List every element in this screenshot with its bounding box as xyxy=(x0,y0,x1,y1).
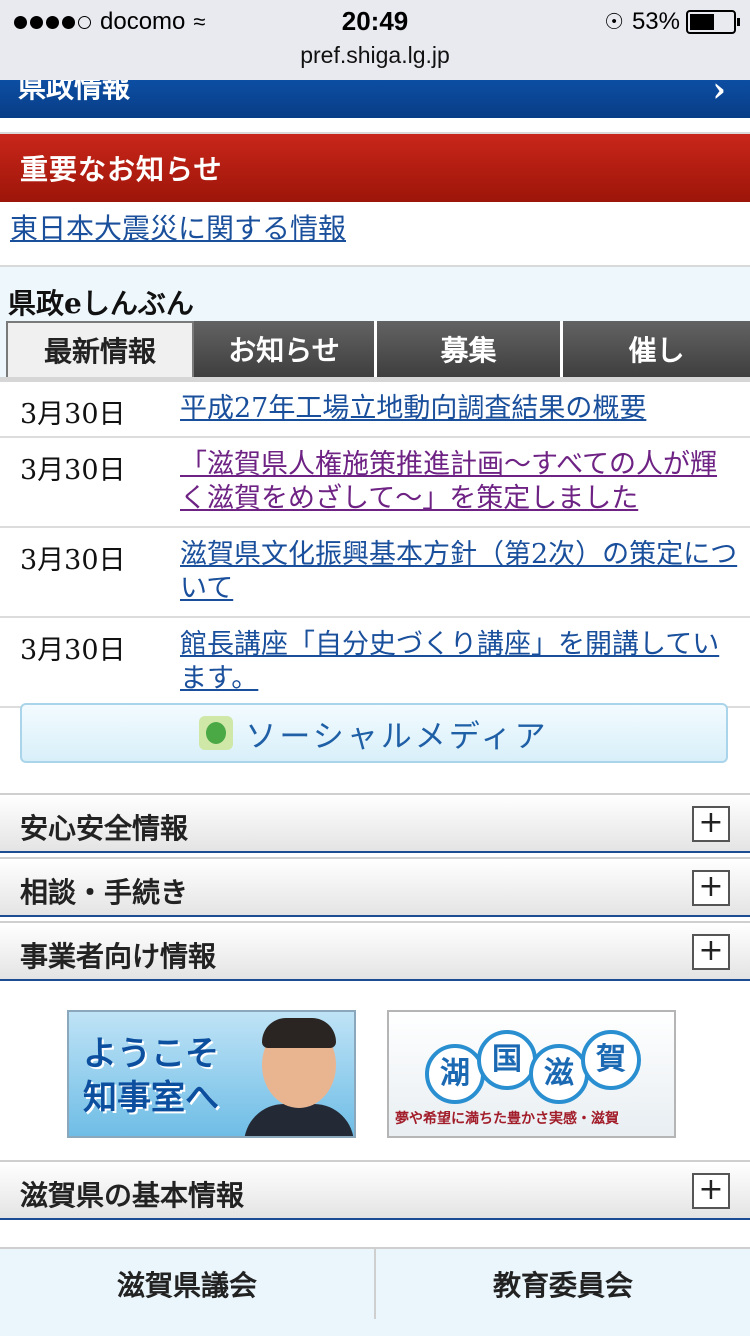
bottom-link-grid: 滋賀県議会 教育委員会 xyxy=(0,1247,750,1336)
governor-banner-line2: 知事室へ xyxy=(83,1078,219,1118)
accordion-consultation[interactable]: 相談・手続き + xyxy=(0,857,750,917)
news-list: 3月30日 平成27年工場立地動向調査結果の概要 3月30日 「滋賀県人権施策推… xyxy=(0,382,750,708)
accordion-label: 事業者向け情報 xyxy=(20,940,217,973)
list-item: 3月30日 「滋賀県人権施策推進計画～すべての人が輝く滋賀をめざして～」を策定し… xyxy=(0,438,750,528)
tab-recruitment[interactable]: 募集 xyxy=(377,321,563,377)
prefecture-info-nav[interactable]: 県政情報 › xyxy=(0,80,750,118)
news-date: 3月30日 xyxy=(20,545,126,576)
logo-char: 国 xyxy=(477,1030,537,1090)
news-link[interactable]: 滋賀県文化振興基本方針（第2次）の策定について xyxy=(180,528,740,616)
governor-photo-hair xyxy=(262,1018,336,1048)
social-media-label: ソーシャルメディア xyxy=(245,718,549,755)
plus-icon[interactable]: + xyxy=(692,934,730,970)
news-link[interactable]: 平成27年工場立地動向調査結果の概要 xyxy=(180,382,740,436)
list-item: 3月30日 滋賀県文化振興基本方針（第2次）の策定について xyxy=(0,528,750,618)
governor-office-banner[interactable]: ようこそ 知事室へ xyxy=(67,1010,356,1138)
accordion-basic-info[interactable]: 滋賀県の基本情報 + xyxy=(0,1160,750,1220)
address-bar[interactable]: pref.shiga.lg.jp xyxy=(0,42,750,69)
prefectural-assembly-link[interactable]: 滋賀県議会 xyxy=(0,1249,376,1319)
logo-char: 賀 xyxy=(581,1030,641,1090)
governor-photo-suit xyxy=(244,1104,354,1136)
status-right: ☉ 53% xyxy=(604,8,740,36)
news-link[interactable]: 「滋賀県人権施策推進計画～すべての人が輝く滋賀をめざして～」を策定しました xyxy=(180,438,740,526)
list-item: 3月30日 平成27年工場立地動向調査結果の概要 xyxy=(0,382,750,438)
social-media-button[interactable]: ソーシャルメディア xyxy=(20,703,728,763)
accordion-label: 相談・手続き xyxy=(20,876,189,909)
news-date: 3月30日 xyxy=(20,399,126,430)
accordion-label: 滋賀県の基本情報 xyxy=(20,1179,245,1212)
accordion-business[interactable]: 事業者向け情報 + xyxy=(0,921,750,981)
plus-icon[interactable]: + xyxy=(692,870,730,906)
board-of-education-link[interactable]: 教育委員会 xyxy=(376,1249,750,1319)
governor-banner-line1: ようこそ xyxy=(83,1034,219,1074)
rotation-lock-icon: ☉ xyxy=(604,9,624,34)
chevron-right-icon: › xyxy=(712,80,726,110)
governor-banner-text: ようこそ 知事室へ xyxy=(83,1032,219,1120)
nav-label: 県政情報 xyxy=(18,80,131,104)
battery-fill xyxy=(690,14,715,30)
news-date: 3月30日 xyxy=(20,455,126,486)
battery-icon xyxy=(686,10,740,34)
status-bar: docomo ≈ 20:49 ☉ 53% pref.shiga.lg.jp xyxy=(0,0,750,80)
tab-notices[interactable]: お知らせ xyxy=(194,321,377,377)
tab-latest[interactable]: 最新情報 xyxy=(6,321,194,377)
plus-icon[interactable]: + xyxy=(692,1173,730,1209)
accordion-label: 安心安全情報 xyxy=(20,812,189,845)
news-tabs: 最新情報 お知らせ 募集 催し xyxy=(6,321,750,377)
accordion-safety[interactable]: 安心安全情報 + xyxy=(0,793,750,853)
important-notice-header: 重要なお知らせ xyxy=(0,132,750,202)
important-notice-title: 重要なお知らせ xyxy=(20,153,223,186)
logo-char: 滋 xyxy=(529,1044,589,1104)
list-item: 3月30日 館長講座「自分史づくり講座」を開講しています。 xyxy=(0,618,750,708)
news-title: 県政eしんぶん xyxy=(8,287,194,320)
news-link[interactable]: 館長講座「自分史づくり講座」を開講しています。 xyxy=(180,618,740,706)
lake-country-shiga-banner[interactable]: 湖 国 滋 賀 夢や希望に満ちた豊かさ実感・滋賀 xyxy=(387,1010,676,1138)
tab-events[interactable]: 催し xyxy=(563,321,750,377)
logo-char: 湖 xyxy=(425,1044,485,1104)
battery-percent: 53% xyxy=(631,8,680,35)
earthquake-info-link[interactable]: 東日本大震災に関する情報 xyxy=(10,207,346,247)
news-date: 3月30日 xyxy=(20,635,126,666)
plus-icon[interactable]: + xyxy=(692,806,730,842)
character-icon xyxy=(199,716,234,750)
lake-country-logo: 湖 国 滋 賀 xyxy=(425,1030,645,1106)
lake-banner-tagline: 夢や希望に満ちた豊かさ実感・滋賀 xyxy=(395,1111,619,1127)
